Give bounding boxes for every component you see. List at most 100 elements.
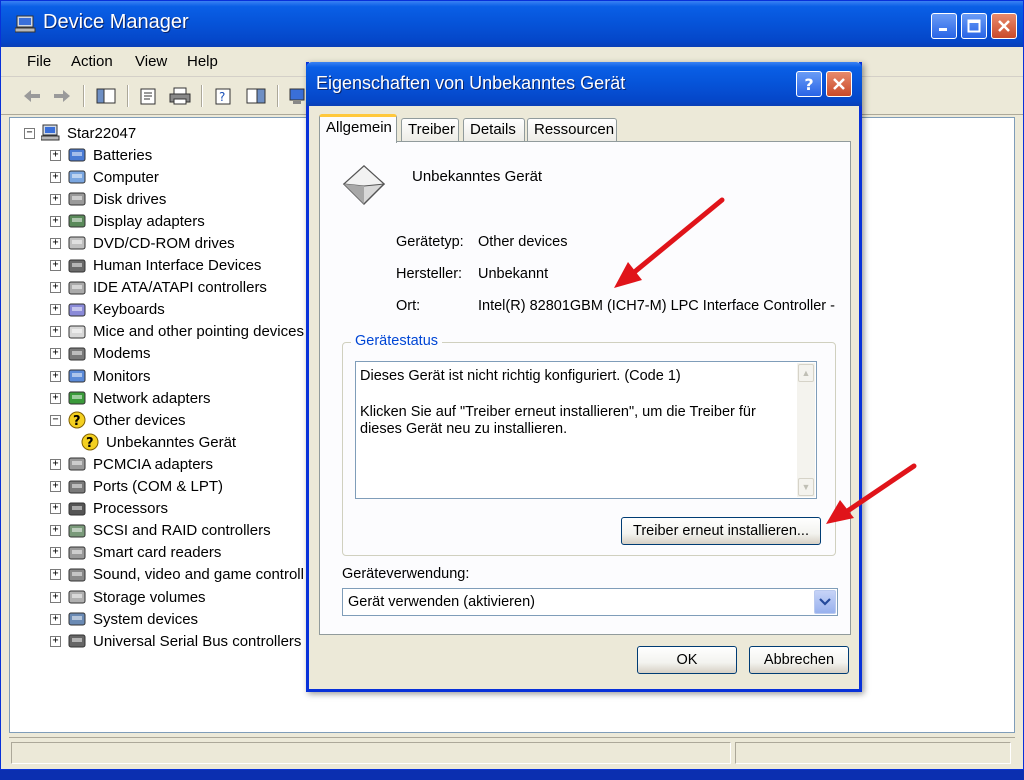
tab-allgemein[interactable]: Allgemein <box>319 114 397 143</box>
tree-item[interactable]: + Batteries <box>50 144 152 166</box>
scroll-down-icon[interactable]: ▼ <box>798 478 814 496</box>
expand-icon[interactable]: + <box>50 613 61 625</box>
toolbar-separator <box>277 85 279 107</box>
tab-details[interactable]: Details <box>463 118 525 142</box>
expand-icon[interactable]: + <box>50 149 61 161</box>
tree-root[interactable]: − Star22047 <box>24 122 136 144</box>
tree-root-label: Star22047 <box>67 124 137 142</box>
menu-help[interactable]: Help <box>187 53 218 70</box>
tree-item[interactable]: + Computer <box>50 166 159 188</box>
expand-icon[interactable]: + <box>50 348 61 360</box>
expand-icon[interactable]: + <box>50 591 61 603</box>
computer-icon <box>68 170 86 184</box>
device-manager-icon <box>15 15 36 33</box>
expand-icon[interactable]: + <box>50 304 61 316</box>
minimize-button[interactable] <box>931 13 957 39</box>
tree-item-label: Batteries <box>93 146 153 164</box>
computer-icon <box>41 124 60 141</box>
smart-card-icon <box>68 546 86 560</box>
tab-ressourcen[interactable]: Ressourcen <box>527 118 617 142</box>
expand-icon[interactable]: + <box>50 215 61 227</box>
collapse-icon[interactable]: − <box>24 127 35 139</box>
svg-text:?: ? <box>219 90 225 104</box>
expand-icon[interactable]: + <box>50 171 61 183</box>
tree-item-label: Smart card readers <box>93 544 222 562</box>
expand-icon[interactable]: + <box>50 260 61 271</box>
properties-button[interactable] <box>137 86 159 106</box>
tree-item[interactable]: + Modems <box>50 343 151 365</box>
expand-icon[interactable]: + <box>50 547 61 559</box>
expand-icon[interactable]: + <box>50 525 61 537</box>
tree-item-label: Network adapters <box>93 389 211 407</box>
port-icon <box>68 480 86 493</box>
expand-icon[interactable]: + <box>50 193 61 205</box>
expand-icon[interactable]: + <box>50 237 61 249</box>
expand-icon[interactable]: + <box>50 392 61 404</box>
tree-item[interactable]: + Universal Serial Bus controllers <box>50 630 301 652</box>
manufacturer-value: Unbekannt <box>478 266 549 282</box>
cancel-button[interactable]: Abbrechen <box>749 646 849 674</box>
menu-view[interactable]: View <box>135 53 167 70</box>
tree-item[interactable]: + Ports (COM & LPT) <box>50 476 223 498</box>
expand-icon[interactable]: + <box>50 635 61 647</box>
tree-item[interactable]: + Processors <box>50 498 168 520</box>
tree-item[interactable]: ? Unbekanntes Gerät <box>80 431 236 453</box>
dialog-title-bar[interactable]: Eigenschaften von Unbekanntes Gerät ? <box>306 62 862 106</box>
help-button[interactable]: ? <box>213 86 235 106</box>
tree-item[interactable]: + Sound, video and game controll <box>50 564 304 586</box>
expand-icon[interactable]: + <box>50 370 61 382</box>
monitor-icon <box>68 369 86 383</box>
tree-item[interactable]: + System devices <box>50 608 198 630</box>
dropdown-button[interactable] <box>814 590 836 614</box>
collapse-icon[interactable]: − <box>50 414 61 426</box>
tree-item[interactable]: + DVD/CD-ROM drives <box>50 232 235 254</box>
tree-item[interactable]: + Storage volumes <box>50 586 206 608</box>
tree-item[interactable]: + Monitors <box>50 365 151 387</box>
system-device-icon <box>68 612 86 626</box>
tab-treiber[interactable]: Treiber <box>401 118 459 142</box>
tree-item[interactable]: + PCMCIA adapters <box>50 453 213 475</box>
view-button[interactable] <box>245 86 267 106</box>
menu-file[interactable]: File <box>27 53 51 70</box>
show-hide-tree-button[interactable] <box>95 86 117 106</box>
tree-item[interactable]: + Disk drives <box>50 188 166 210</box>
tree-item[interactable]: + SCSI and RAID controllers <box>50 520 271 542</box>
ok-button[interactable]: OK <box>637 646 737 674</box>
tree-item[interactable]: + Human Interface Devices <box>50 255 261 277</box>
back-button[interactable] <box>21 86 43 106</box>
tree-item[interactable]: + Smart card readers <box>50 542 221 564</box>
usb-icon <box>68 634 86 648</box>
print-button[interactable] <box>169 86 191 106</box>
back-arrow-icon <box>24 90 40 102</box>
dialog-close-button[interactable] <box>826 71 852 97</box>
location-value: Intel(R) 82801GBM (ICH7-M) LPC Interface… <box>478 298 835 314</box>
forward-arrow-icon <box>54 90 70 102</box>
status-scrollbar[interactable]: ▲ ▼ <box>797 363 815 497</box>
dialog-help-button[interactable]: ? <box>796 71 822 97</box>
title-bar[interactable]: Device Manager <box>1 1 1023 47</box>
svg-text:?: ? <box>73 414 81 429</box>
tree-item[interactable]: −? Other devices <box>50 409 186 431</box>
reinstall-driver-button[interactable]: Treiber erneut installieren... <box>621 517 821 545</box>
expand-icon[interactable]: + <box>50 282 61 294</box>
tree-item[interactable]: + IDE ATA/ATAPI controllers <box>50 277 267 299</box>
expand-icon[interactable]: + <box>50 503 61 515</box>
scroll-up-icon[interactable]: ▲ <box>798 364 814 382</box>
device-status-textbox[interactable]: Dieses Gerät ist nicht richtig konfiguri… <box>355 361 817 499</box>
maximize-button[interactable] <box>961 13 987 39</box>
close-button[interactable] <box>991 13 1017 39</box>
expand-icon[interactable]: + <box>50 481 61 492</box>
expand-icon[interactable]: + <box>50 458 61 470</box>
network-adapter-icon <box>68 391 86 405</box>
properties-icon <box>140 88 156 105</box>
tree-item[interactable]: + Keyboards <box>50 299 165 321</box>
device-usage-select[interactable]: Gerät verwenden (aktivieren) <box>342 588 838 616</box>
tree-item[interactable]: + Network adapters <box>50 387 211 409</box>
device-status-label: Gerätestatus <box>351 333 443 349</box>
tree-item[interactable]: + Mice and other pointing devices <box>50 321 304 343</box>
forward-button[interactable] <box>51 86 73 106</box>
expand-icon[interactable]: + <box>50 569 61 581</box>
tree-item[interactable]: + Display adapters <box>50 210 205 232</box>
menu-action[interactable]: Action <box>71 53 113 70</box>
expand-icon[interactable]: + <box>50 326 61 338</box>
